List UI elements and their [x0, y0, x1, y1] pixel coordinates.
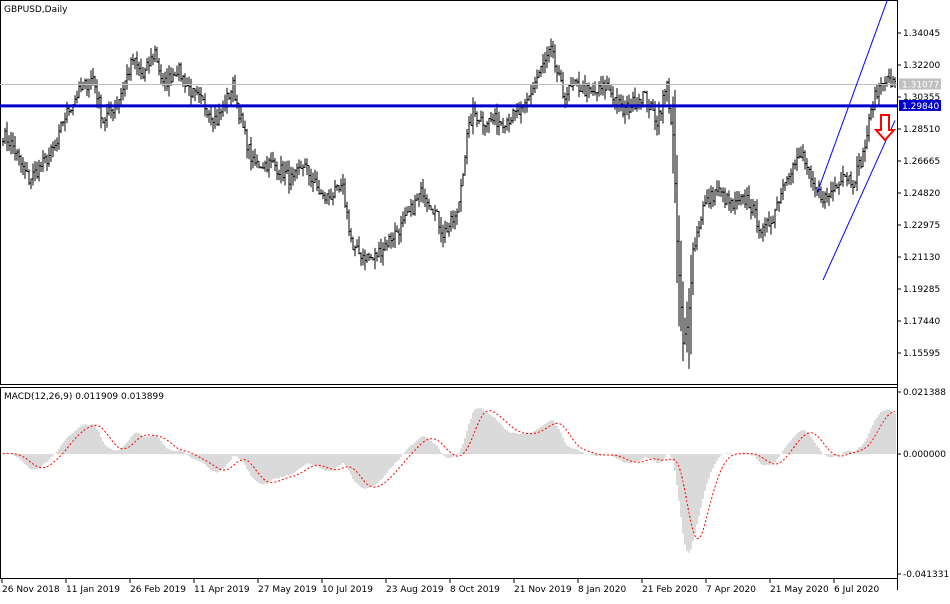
symbol-title: GBPUSD,Daily	[4, 5, 68, 15]
macd-axis: 0.021388 0.000000 -0.041331	[897, 388, 949, 580]
macd-label: MACD(12,26,9) 0.011909 0.013899	[4, 392, 164, 402]
time-tick-label: 8 Jan 2020	[578, 585, 626, 595]
price-tick-label: 1.34045	[903, 29, 940, 39]
time-tick-label: 21 Nov 2019	[514, 585, 572, 595]
time-tick-label: 10 Jul 2019	[322, 585, 373, 595]
price-tick-label: 1.22975	[903, 221, 940, 231]
time-tick-label: 11 Jan 2019	[66, 585, 120, 595]
macd-panel[interactable]: MACD(12,26,9) 0.011909 0.013899	[0, 387, 898, 579]
macd-panel-frame	[0, 387, 898, 579]
time-tick-label: 26 Feb 2019	[130, 585, 186, 595]
macd-tick-label: 0.000000	[903, 450, 946, 460]
time-tick-label: 8 Oct 2019	[450, 585, 500, 595]
chart[interactable]: GBPUSD,Daily 1.340451.322001.303551.2851…	[0, 0, 950, 600]
time-tick-label: 26 Nov 2018	[2, 585, 60, 595]
hline-price-label: 1.29840	[902, 102, 939, 112]
time-tick-label: 11 Apr 2019	[194, 585, 250, 595]
price-axis[interactable]: 1.340451.322001.303551.285101.266651.248…	[897, 0, 941, 590]
price-panel[interactable]: GBPUSD,Daily	[0, 0, 898, 385]
current-price-label: 1.31077	[902, 80, 939, 90]
price-tick-label: 1.19285	[903, 285, 940, 295]
time-axis: 26 Nov 2018 11 Jan 2019 26 Feb 2019 11 Apr …	[1, 578, 879, 595]
macd-tick-label: 0.021388	[903, 388, 946, 398]
price-tick-label: 1.26665	[903, 157, 940, 167]
price-tick-label: 1.15595	[903, 349, 940, 359]
price-tick-label: 1.21130	[903, 253, 940, 263]
time-tick-label: 6 Jul 2020	[834, 585, 879, 595]
macd-tick-label: -0.041331	[903, 570, 949, 580]
time-tick-label: 23 Aug 2019	[386, 585, 444, 595]
price-tick-label: 1.17440	[903, 317, 940, 327]
price-tick-label: 1.28510	[903, 125, 940, 135]
time-tick-label: 21 May 2020	[770, 585, 829, 595]
price-tick-label: 1.24820	[903, 189, 940, 199]
time-tick-label: 21 Feb 2020	[642, 585, 698, 595]
time-tick-label: 27 May 2019	[258, 585, 317, 595]
price-tick-label: 1.32200	[903, 61, 940, 71]
time-tick-label: 7 Apr 2020	[706, 585, 756, 595]
